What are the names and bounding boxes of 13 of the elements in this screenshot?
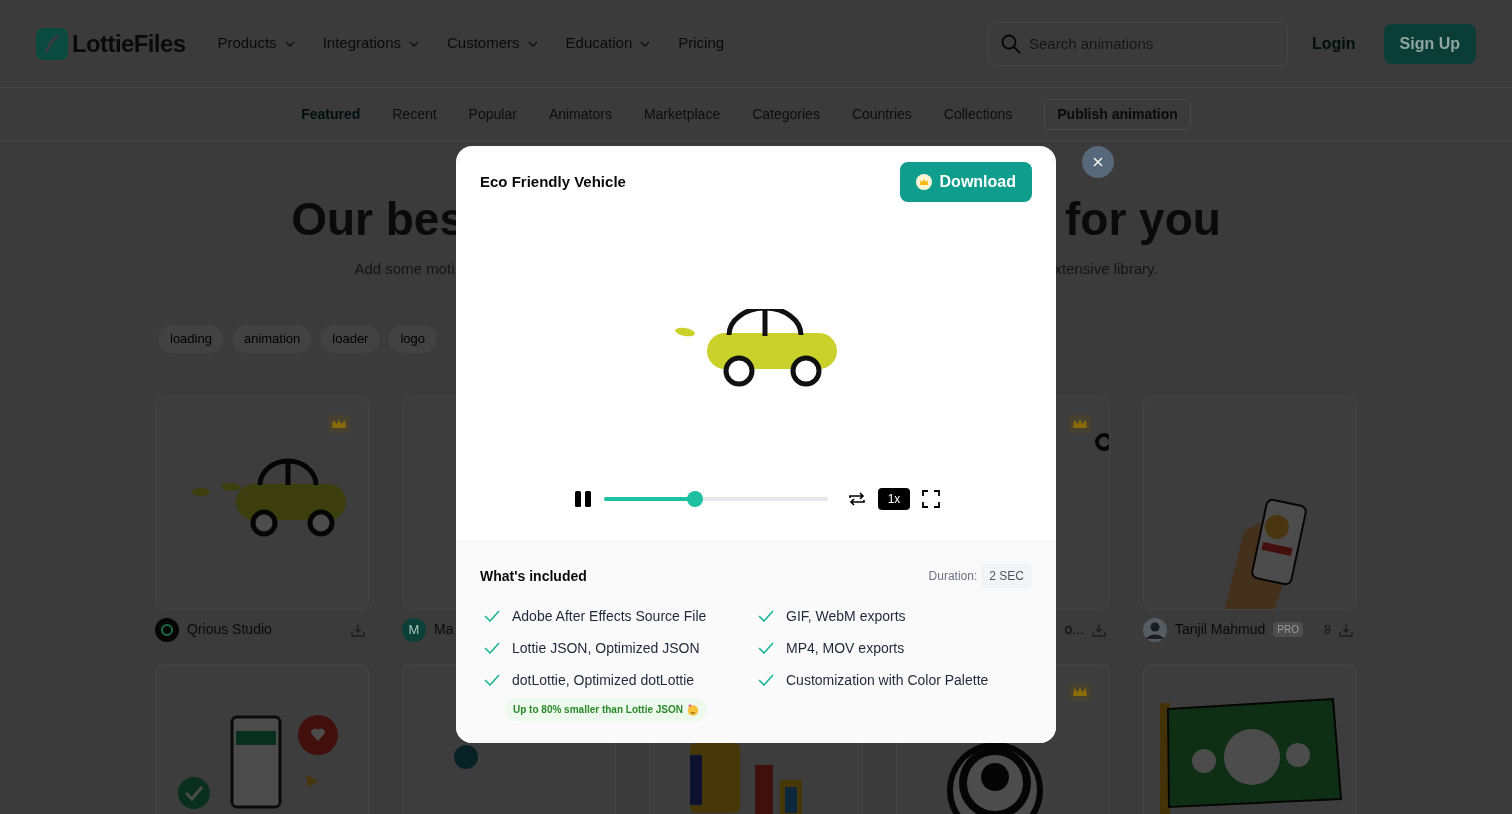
feature-text: Customization with Color Palette <box>786 670 989 690</box>
avatar: M <box>402 617 426 642</box>
duration-label: Duration: <box>928 568 978 585</box>
feature-text: GIF, WebM exports <box>786 606 906 626</box>
feature-text: dotLottie, Optimized dotLottie <box>512 670 695 690</box>
feature-text: Adobe After Effects Source File <box>512 606 707 626</box>
note-text: Up to 80% smaller than Lottie JSON <box>513 703 684 717</box>
pro-badge: PRO <box>1273 622 1303 637</box>
feature-text: MP4, MOV exports <box>786 638 905 658</box>
section-heading: What's included <box>480 566 587 586</box>
duration-value: 2 SEC <box>981 564 1032 588</box>
modal-title: Eco Friendly Vehicle <box>480 171 626 192</box>
feature-text: Lottie JSON, Optimized JSON <box>512 638 700 658</box>
